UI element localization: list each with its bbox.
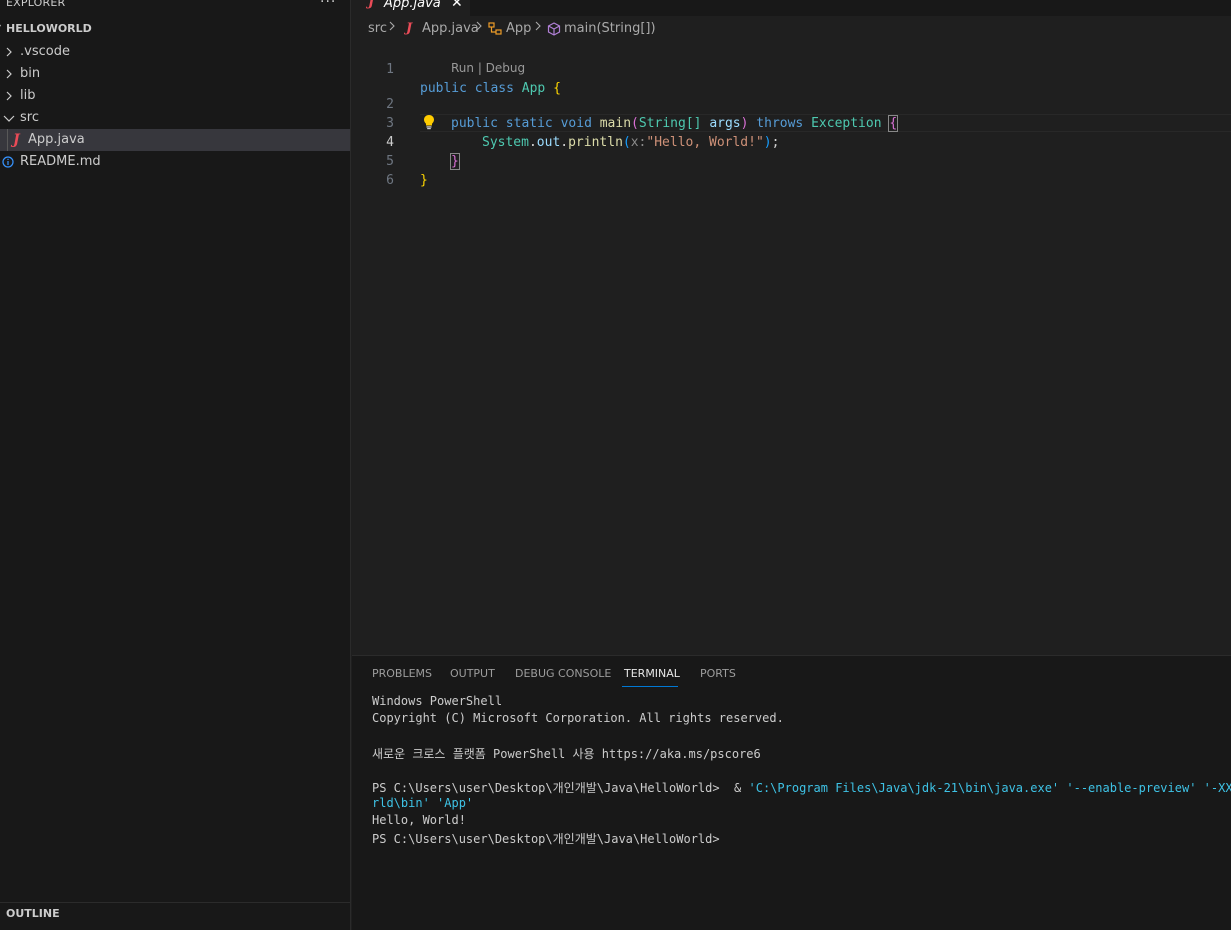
- tab-problems[interactable]: PROBLEMS: [372, 667, 432, 680]
- code-line-3[interactable]: 3 System.out.println(x:"Hello, World!");: [352, 95, 1231, 150]
- class-icon: [488, 22, 503, 40]
- tree-item-label: lib: [20, 88, 36, 103]
- breadcrumb-file[interactable]: App.java: [422, 21, 479, 36]
- code-line-2[interactable]: 2 public static void main(String[] args)…: [352, 76, 1231, 132]
- tree-item-label: App.java: [28, 132, 85, 147]
- breadcrumb-method[interactable]: main(String[]): [564, 21, 656, 36]
- tree-item-label: bin: [20, 66, 41, 81]
- terminal-prompt: PS C:\Users\user\Desktop\개인개발\Java\Hello…: [372, 781, 749, 795]
- tree-item-readme[interactable]: README.md: [0, 151, 350, 173]
- line-number: 6: [386, 173, 394, 188]
- explorer-title: EXPLORER: [6, 0, 66, 9]
- terminal-line: rld\bin' 'App': [372, 796, 474, 810]
- brace-token: }: [420, 173, 428, 188]
- terminal-line: Windows PowerShell: [372, 694, 503, 708]
- tree-item-bin[interactable]: bin: [0, 63, 350, 85]
- active-tab-indicator: [622, 686, 678, 687]
- indent-guide: [7, 129, 8, 151]
- terminal-line: Copyright (C) Microsoft Corporation. All…: [372, 711, 784, 725]
- breadcrumb-src[interactable]: src: [368, 21, 387, 36]
- chevron-right-icon: [4, 41, 16, 63]
- code-line-4[interactable]: 4 }: [352, 114, 1231, 170]
- tab-terminal[interactable]: TERMINAL: [624, 667, 680, 680]
- tab-bar: J App.java ✕: [352, 0, 1231, 16]
- tab-label: App.java: [384, 0, 441, 11]
- tree-item-label: .vscode: [20, 44, 70, 59]
- editor-area: J App.java ✕ src J App.java App main(Str…: [352, 0, 1231, 655]
- bottom-panel: PROBLEMS OUTPUT DEBUG CONSOLE TERMINAL P…: [352, 655, 1231, 930]
- chevron-down-icon[interactable]: ▾: [0, 22, 1, 33]
- chevron-right-icon: [4, 85, 16, 107]
- explorer-sidebar: EXPLORER ··· ▾ HELLOWORLD .vscode bin li…: [0, 0, 351, 930]
- outline-section[interactable]: OUTLINE: [0, 902, 350, 930]
- tree-item-app-java[interactable]: J App.java: [0, 129, 350, 151]
- method-icon: [547, 22, 561, 40]
- codelens-run-debug[interactable]: Run | Debug: [451, 61, 525, 75]
- terminal-line: 새로운 크로스 플랫폼 PowerShell 사용 https://aka.ms…: [372, 747, 761, 761]
- chevron-right-icon: [4, 63, 16, 85]
- tree-item-label: README.md: [20, 154, 101, 169]
- outline-title: OUTLINE: [6, 907, 60, 920]
- chevron-down-icon: [3, 107, 15, 129]
- tree-item-vscode[interactable]: .vscode: [0, 41, 350, 63]
- terminal-line: Hello, World!: [372, 813, 466, 827]
- chevron-right-icon: [475, 20, 483, 36]
- info-icon: [2, 151, 14, 173]
- java-file-icon: J: [406, 21, 413, 36]
- terminal-command: 'C:\Program Files\Java\jdk-21\bin\java.e…: [748, 781, 1231, 795]
- code-line-6[interactable]: 6: [352, 152, 1231, 188]
- lightbulb-icon[interactable]: [423, 114, 435, 134]
- code-line-5[interactable]: 5 }: [352, 133, 1231, 188]
- tab-ports[interactable]: PORTS: [700, 667, 736, 680]
- java-file-icon: J: [368, 0, 375, 10]
- terminal-prompt-line[interactable]: PS C:\Users\user\Desktop\개인개발\Java\Hello…: [372, 830, 720, 847]
- code-line-1[interactable]: 1 public class App {: [352, 41, 1231, 96]
- breadcrumb-class[interactable]: App: [506, 21, 531, 36]
- chevron-right-icon: [534, 20, 542, 36]
- tree-item-src[interactable]: src: [0, 107, 350, 129]
- tab-debug-console[interactable]: DEBUG CONSOLE: [515, 667, 611, 680]
- tab-output[interactable]: OUTPUT: [450, 667, 495, 680]
- chevron-right-icon: [388, 20, 396, 36]
- java-file-icon: J: [13, 132, 20, 148]
- tree-item-lib[interactable]: lib: [0, 85, 350, 107]
- terminal-line: PS C:\Users\user\Desktop\개인개발\Java\Hello…: [372, 779, 1231, 796]
- close-icon[interactable]: ✕: [451, 0, 463, 11]
- more-actions-icon[interactable]: ···: [320, 0, 336, 10]
- tab-app-java[interactable]: J App.java ✕: [352, 0, 470, 16]
- tree-item-label: src: [20, 110, 39, 125]
- workspace-title[interactable]: HELLOWORLD: [6, 22, 92, 35]
